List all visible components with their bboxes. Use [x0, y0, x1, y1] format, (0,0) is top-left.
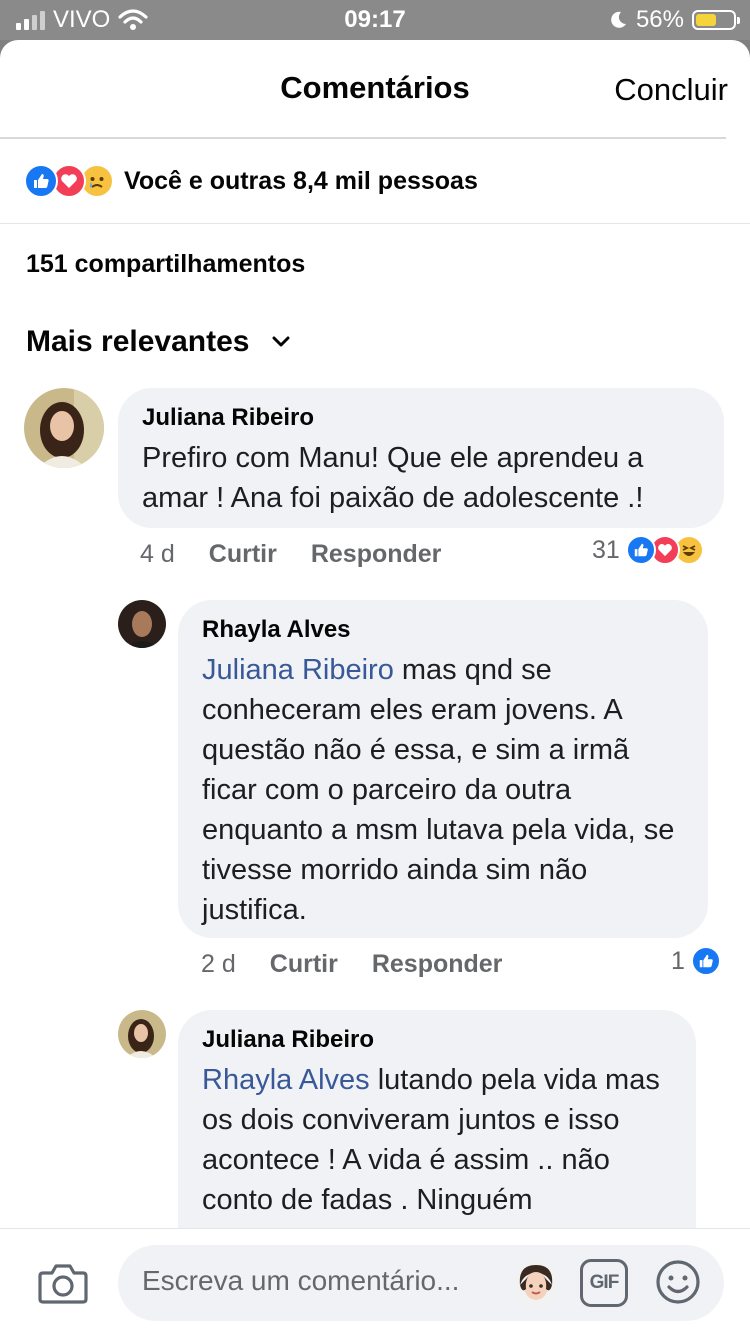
sort-label: Mais relevantes	[26, 325, 250, 358]
comment-input-placeholder: Escreva um comentário...	[142, 1265, 460, 1296]
reply-button[interactable]: Responder	[311, 540, 442, 569]
shares-count[interactable]: 151 compartilhamentos	[26, 250, 305, 279]
comment-author[interactable]: Juliana Ribeiro	[142, 404, 700, 432]
comment-input[interactable]: Escreva um comentário... GIF	[118, 1245, 724, 1321]
sort-dropdown[interactable]: Mais relevantes	[26, 325, 291, 359]
mention-link[interactable]: Juliana Ribeiro	[202, 654, 394, 686]
avatar-sticker-icon[interactable]	[512, 1259, 560, 1307]
like-button[interactable]: Curtir	[209, 540, 277, 569]
reaction-count: 31	[592, 535, 620, 564]
like-reaction-icon	[24, 164, 58, 198]
like-button[interactable]: Curtir	[270, 950, 338, 979]
comment-bubble[interactable]: Juliana Ribeiro Prefiro com Manu! Que el…	[118, 388, 724, 528]
avatar[interactable]	[118, 600, 166, 648]
battery-percent: 56%	[635, 6, 684, 33]
comment-author[interactable]: Juliana Ribeiro	[202, 1026, 672, 1054]
header-divider	[0, 137, 726, 139]
comment-composer: Escreva um comentário... GIF	[0, 1228, 750, 1334]
comment-text: Prefiro com Manu! Que ele aprendeu a ama…	[142, 442, 644, 514]
comment-reactions[interactable]: 1	[671, 946, 721, 976]
comment-author[interactable]: Rhayla Alves	[202, 616, 684, 644]
battery-icon	[692, 10, 740, 30]
avatar[interactable]	[24, 388, 104, 468]
comment-text: Rhayla Alves lutando pela vida mas os do…	[202, 1060, 672, 1220]
gif-button[interactable]: GIF	[580, 1259, 628, 1307]
comment-body: mas qnd se conheceram eles eram jovens. …	[202, 654, 675, 926]
reactions-summary-text: Você e outras 8,4 mil pessoas	[124, 166, 478, 195]
comment-time: 2 d	[201, 950, 236, 978]
mention-link[interactable]: Rhayla Alves	[202, 1064, 370, 1096]
avatar[interactable]	[118, 1010, 166, 1058]
comment-text: Juliana Ribeiro mas qnd se conheceram el…	[202, 650, 684, 930]
comment-bubble[interactable]: Rhayla Alves Juliana Ribeiro mas qnd se …	[178, 600, 708, 938]
comments-sheet: Comentários Concluir Você e outras 8,4 m…	[0, 40, 750, 1334]
divider	[0, 223, 750, 224]
comment-reactions[interactable]: 31	[592, 535, 704, 565]
chevron-down-icon	[272, 336, 290, 347]
like-reaction-icon	[625, 535, 656, 565]
sheet-header: Comentários Concluir	[0, 40, 750, 139]
camera-icon[interactable]	[38, 1261, 88, 1305]
moon-icon	[611, 11, 626, 28]
like-reaction-icon	[690, 946, 721, 976]
smiley-icon[interactable]	[654, 1258, 702, 1306]
comment-actions: 2 d Curtir Responder	[201, 950, 502, 979]
reply-button[interactable]: Responder	[372, 950, 503, 979]
reactions-summary[interactable]: Você e outras 8,4 mil pessoas	[24, 164, 478, 198]
comment-time: 4 d	[140, 540, 175, 568]
reaction-count: 1	[671, 946, 685, 975]
comment-actions: 4 d Curtir Responder	[140, 540, 441, 569]
status-bar: VIVO 09:17 56%	[0, 0, 750, 40]
done-button[interactable]: Concluir	[614, 72, 728, 108]
